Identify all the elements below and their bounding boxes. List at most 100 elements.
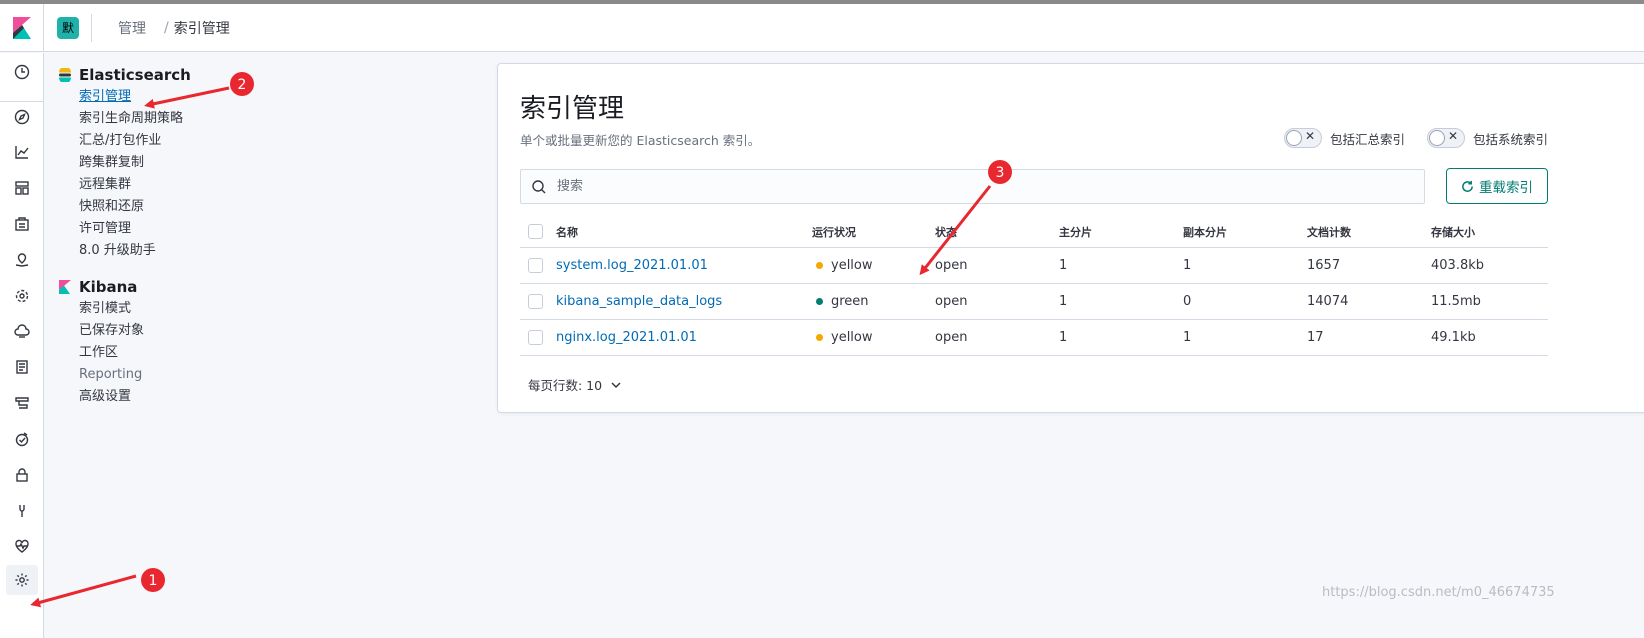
annotation-arrow-1 bbox=[30, 574, 137, 608]
health-green-dot-icon bbox=[816, 298, 823, 305]
nav-item-ccr[interactable]: 跨集群复制 bbox=[58, 152, 258, 174]
nav-item-index-patterns[interactable]: 索引模式 bbox=[58, 298, 258, 320]
chevron-down-icon bbox=[611, 381, 621, 388]
infrastructure-icon[interactable] bbox=[11, 321, 33, 343]
switch-off-icon: ✕ bbox=[1448, 129, 1459, 143]
health-cell: yellow bbox=[816, 248, 873, 283]
table-row: system.log_2021.01.01 yellow open 1 1 16… bbox=[520, 248, 1548, 284]
annotation-1: 1 bbox=[30, 568, 165, 608]
switch-label: 包括汇总索引 bbox=[1330, 131, 1406, 147]
rows-per-page-selector[interactable]: 每页行数: 10 bbox=[528, 375, 622, 394]
dev-tools-wrench-icon[interactable] bbox=[11, 500, 33, 522]
nav-item-rollup-jobs[interactable]: 汇总/打包作业 bbox=[58, 130, 258, 152]
column-replica[interactable]: 副本分片 bbox=[1183, 216, 1227, 247]
row-checkbox[interactable] bbox=[528, 330, 543, 345]
dashboard-icon[interactable] bbox=[11, 177, 33, 199]
nav-item-spaces[interactable]: 工作区 bbox=[58, 342, 258, 364]
nav-group-elasticsearch: Elasticsearch bbox=[58, 64, 258, 86]
management-side-nav: Elasticsearch 索引管理 索引生命周期策略 汇总/打包作业 跨集群复… bbox=[58, 64, 258, 408]
nav-item-snapshot-restore[interactable]: 快照和还原 bbox=[58, 196, 258, 218]
breadcrumb-index-management: 索引管理 bbox=[173, 20, 230, 37]
nav-item-reporting[interactable]: Reporting bbox=[58, 364, 258, 386]
canvas-icon[interactable] bbox=[11, 213, 33, 235]
status-cell: open bbox=[935, 294, 968, 309]
indices-table: 名称 运行状况 状态 主分片 副本分片 文档计数 存储大小 system.log… bbox=[520, 216, 1548, 356]
switch-label: 包括系统索引 bbox=[1473, 131, 1549, 147]
replica-cell: 1 bbox=[1183, 330, 1192, 345]
row-checkbox-cell bbox=[528, 320, 543, 355]
annotation-badge-1 bbox=[141, 568, 165, 592]
kibana-small-logo-icon bbox=[59, 280, 71, 294]
replica-cell: 0 bbox=[1183, 294, 1192, 309]
select-all-checkbox[interactable] bbox=[528, 224, 543, 239]
primary-cell: 1 bbox=[1059, 330, 1068, 345]
index-name-link[interactable]: nginx.log_2021.01.01 bbox=[556, 320, 697, 355]
nav-item-upgrade-assistant[interactable]: 8.0 升级助手 bbox=[58, 240, 258, 262]
switch-off-icon: ✕ bbox=[1305, 129, 1316, 143]
health-cell: yellow bbox=[816, 320, 873, 355]
select-all-checkbox-cell bbox=[528, 216, 543, 247]
replica-cell: 1 bbox=[1183, 258, 1192, 273]
table-row: kibana_sample_data_logs green open 1 0 1… bbox=[520, 284, 1548, 320]
health-yellow-dot-icon bbox=[816, 262, 823, 269]
row-checkbox-cell bbox=[528, 248, 543, 283]
index-management-panel: 索引管理 单个或批量更新您的 Elasticsearch 索引。 ✕ 包括汇总索… bbox=[497, 63, 1644, 413]
ml-icon[interactable] bbox=[11, 285, 33, 307]
column-status[interactable]: 状态 bbox=[935, 216, 957, 247]
page-subtitle: 单个或批量更新您的 Elasticsearch 索引。 bbox=[520, 133, 761, 148]
management-gear-icon[interactable] bbox=[11, 569, 33, 591]
docs-cell: 17 bbox=[1307, 330, 1324, 345]
maps-icon[interactable] bbox=[11, 249, 33, 271]
column-health[interactable]: 运行状况 bbox=[812, 216, 856, 247]
size-cell: 49.1kb bbox=[1431, 330, 1476, 345]
health-yellow-dot-icon bbox=[816, 334, 823, 341]
include-system-switch[interactable]: ✕ 包括系统索引 bbox=[1427, 128, 1548, 148]
reload-label: 重载索引 bbox=[1479, 180, 1533, 196]
apm-icon[interactable] bbox=[11, 392, 33, 414]
table-row: nginx.log_2021.01.01 yellow open 1 1 17 … bbox=[520, 320, 1548, 356]
column-primary[interactable]: 主分片 bbox=[1059, 216, 1092, 247]
search-box[interactable] bbox=[520, 169, 1425, 204]
switch-track[interactable]: ✕ bbox=[1427, 128, 1465, 148]
nav-item-license[interactable]: 许可管理 bbox=[58, 218, 258, 240]
switch-track[interactable]: ✕ bbox=[1284, 128, 1322, 148]
column-name[interactable]: 名称 bbox=[556, 216, 578, 247]
row-checkbox[interactable] bbox=[528, 294, 543, 309]
recent-clock-icon[interactable] bbox=[11, 61, 33, 83]
include-rollup-switch[interactable]: ✕ 包括汇总索引 bbox=[1284, 128, 1405, 148]
docs-cell: 1657 bbox=[1307, 258, 1341, 273]
breadcrumb-management[interactable]: 管理 bbox=[118, 18, 146, 38]
nav-item-remote-clusters[interactable]: 远程集群 bbox=[58, 174, 258, 196]
space-avatar[interactable]: 默 bbox=[57, 16, 79, 39]
monitoring-heartbeat-icon[interactable] bbox=[11, 535, 33, 557]
health-text: green bbox=[831, 294, 869, 309]
logs-icon[interactable] bbox=[11, 356, 33, 378]
column-docs-count[interactable]: 文档计数 bbox=[1307, 216, 1351, 247]
health-cell: green bbox=[816, 284, 869, 319]
uptime-icon[interactable] bbox=[11, 428, 33, 450]
rail-divider bbox=[0, 101, 44, 102]
siem-lock-icon[interactable] bbox=[11, 464, 33, 486]
top-header: 默 管理 / 索引管理 bbox=[0, 3, 1644, 52]
status-cell: open bbox=[935, 258, 968, 273]
docs-cell: 14074 bbox=[1307, 294, 1349, 309]
breadcrumb: 管理 / 索引管理 bbox=[118, 18, 230, 38]
column-storage-size[interactable]: 存储大小 bbox=[1431, 216, 1475, 247]
nav-item-ilm[interactable]: 索引生命周期策略 bbox=[58, 108, 258, 130]
index-name-link[interactable]: system.log_2021.01.01 bbox=[556, 248, 708, 283]
kibana-logo[interactable] bbox=[0, 3, 44, 52]
elasticsearch-logo-icon bbox=[59, 68, 71, 82]
size-cell: 403.8kb bbox=[1431, 258, 1484, 273]
table-header: 名称 运行状况 状态 主分片 副本分片 文档计数 存储大小 bbox=[520, 216, 1548, 248]
health-text: yellow bbox=[831, 330, 873, 345]
visualize-chart-icon[interactable] bbox=[11, 141, 33, 163]
row-checkbox[interactable] bbox=[528, 258, 543, 273]
nav-group-title: Elasticsearch bbox=[79, 66, 191, 84]
discover-compass-icon[interactable] bbox=[11, 106, 33, 128]
nav-item-index-management[interactable]: 索引管理 bbox=[58, 86, 258, 108]
nav-item-advanced-settings[interactable]: 高级设置 bbox=[58, 386, 258, 408]
index-name-link[interactable]: kibana_sample_data_logs bbox=[556, 284, 722, 319]
search-input[interactable] bbox=[555, 178, 1355, 195]
reload-indices-button[interactable]: 重载索引 bbox=[1446, 168, 1548, 204]
nav-item-saved-objects[interactable]: 已保存对象 bbox=[58, 320, 258, 342]
